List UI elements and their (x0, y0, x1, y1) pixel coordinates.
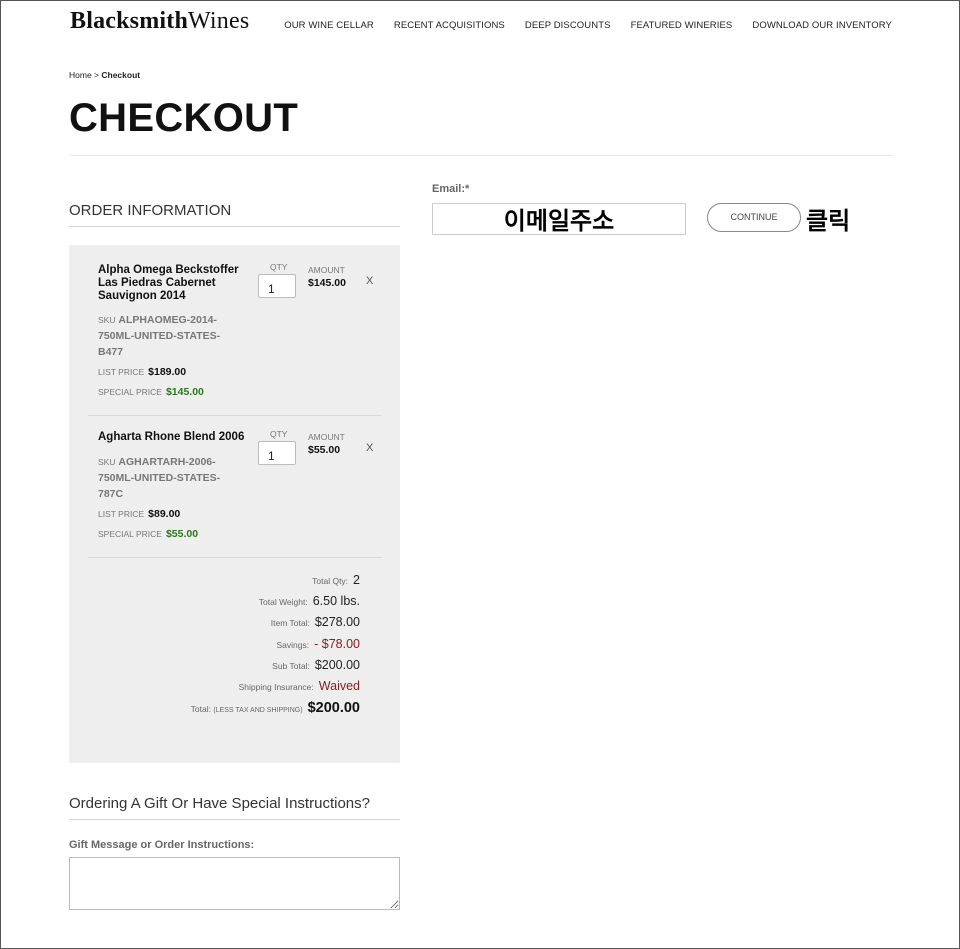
qty-label: QTY (270, 429, 288, 439)
remove-item-button[interactable]: X (366, 275, 373, 287)
item-sku: SKU ALPHAOMEG-2014-750ML-UNITED-STATES-B… (98, 314, 221, 358)
divider (69, 819, 400, 820)
email-label: Email:* (432, 183, 470, 195)
item-name: Alpha Omega Beckstoffer Las Piedras Cabe… (98, 264, 239, 302)
breadcrumb: Home > Checkout (69, 70, 140, 80)
savings: Savings: - $78.00 (276, 637, 360, 651)
continue-button[interactable]: CONTINUE (707, 203, 801, 232)
total-qty: Total Qty: 2 (312, 573, 360, 587)
email-input[interactable] (432, 203, 686, 235)
order-info-heading: ORDER INFORMATION (69, 202, 232, 219)
nav-item-download-inventory[interactable]: DOWNLOAD OUR INVENTORY (752, 20, 892, 31)
remove-item-button[interactable]: X (366, 442, 373, 454)
total-weight: Total Weight: 6.50 lbs. (258, 594, 360, 608)
qty-label: QTY (270, 262, 288, 272)
order-summary-panel: Alpha Omega Beckstoffer Las Piedras Cabe… (69, 245, 400, 763)
list-price: LIST PRICE $89.00 (98, 508, 181, 520)
gift-message-label: Gift Message or Order Instructions: (69, 839, 255, 851)
list-price: LIST PRICE $189.00 (98, 366, 187, 378)
brand-logo[interactable]: BlacksmithWines (70, 8, 249, 35)
nav-item-featured-wineries[interactable]: FEATURED WINERIES (631, 20, 733, 31)
qty-input[interactable] (258, 274, 296, 298)
nav-item-deep-discounts[interactable]: DEEP DISCOUNTS (525, 20, 611, 31)
divider (88, 415, 382, 416)
gift-message-textarea[interactable] (69, 857, 400, 910)
click-annotation: 클릭 (806, 208, 851, 235)
order-total: Total: (LESS TAX AND SHIPPING) $200.00 (190, 700, 360, 716)
divider (69, 155, 893, 156)
sub-total: Sub Total: $200.00 (272, 658, 360, 672)
breadcrumb-home[interactable]: Home (69, 70, 92, 80)
nav-item-recent-acquisitions[interactable]: RECENT ACQUISITIONS (394, 20, 505, 31)
amount-label: AMOUNT (308, 432, 345, 442)
breadcrumb-current: Checkout (101, 70, 141, 80)
breadcrumb-separator: > (91, 70, 102, 80)
item-amount: $145.00 (308, 277, 346, 289)
nav-item-wine-cellar[interactable]: OUR WINE CELLAR (284, 20, 374, 31)
special-price: SPECIAL PRICE $55.00 (98, 528, 199, 540)
amount-label: AMOUNT (308, 265, 345, 275)
item-name: Agharta Rhone Blend 2006 (98, 431, 245, 443)
shipping-insurance: Shipping Insurance: Waived (238, 679, 360, 693)
item-total: Item Total: $278.00 (270, 615, 360, 629)
special-price: SPECIAL PRICE $145.00 (98, 386, 204, 398)
gift-heading: Ordering A Gift Or Have Special Instruct… (69, 795, 370, 812)
item-sku: SKU AGHARTARH-2006-750ML-UNITED-STATES-7… (98, 456, 221, 500)
divider (88, 557, 382, 558)
page-title: CHECKOUT (69, 96, 299, 140)
divider (69, 226, 400, 227)
main-nav: OUR WINE CELLAR RECENT ACQUISITIONS DEEP… (284, 20, 892, 31)
qty-input[interactable] (258, 441, 296, 465)
item-amount: $55.00 (308, 444, 341, 456)
